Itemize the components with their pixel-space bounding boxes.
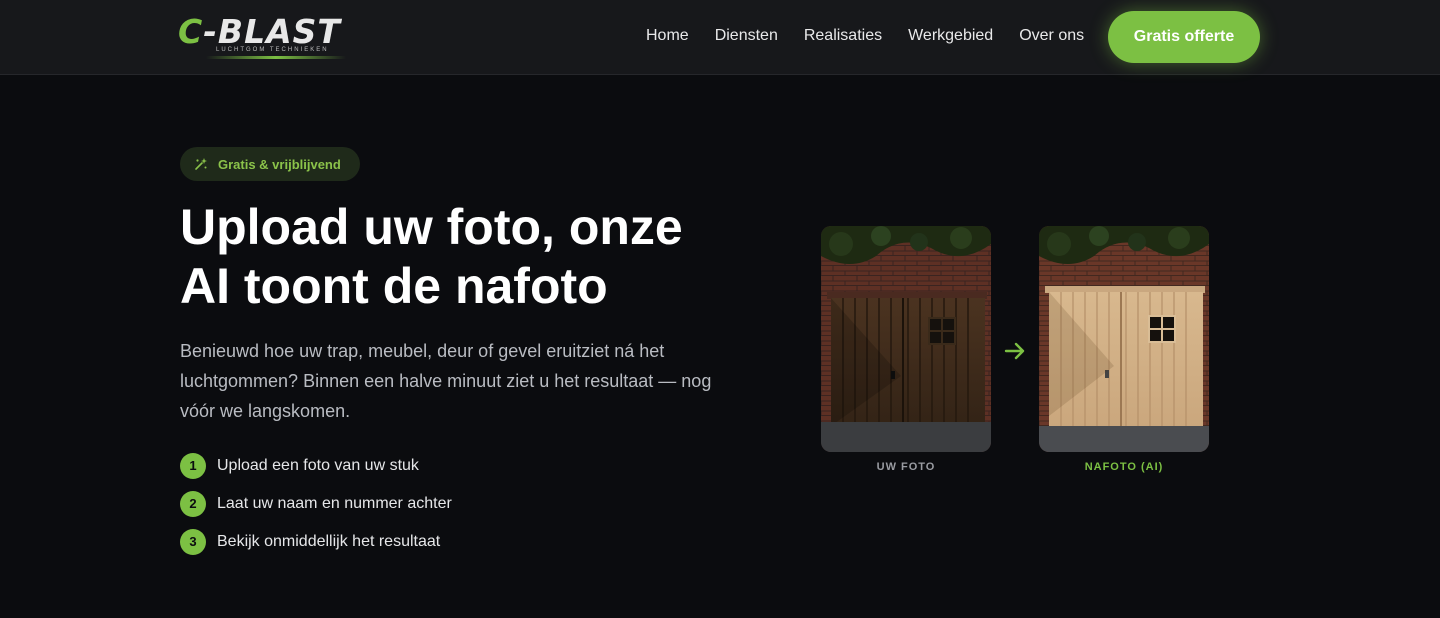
step-item: 3 Bekijk onmiddellijk het resultaat <box>180 529 452 555</box>
hero-description: Benieuwd hoe uw trap, meubel, deur of ge… <box>180 341 712 421</box>
step-number: 3 <box>180 529 206 555</box>
arrow-right-icon <box>1004 342 1025 360</box>
nav-link-home[interactable]: Home <box>646 26 689 46</box>
hero-title-line-1: Upload uw foto, onze <box>180 199 683 255</box>
before-photo <box>821 226 991 452</box>
main-nav: Home Diensten Realisaties Werkgebied Ove… <box>646 26 1110 46</box>
after-caption: NAFOTO (AI) <box>1084 461 1164 473</box>
nav-link-werkgebied[interactable]: Werkgebied <box>908 26 993 46</box>
nav-link-realisaties[interactable]: Realisaties <box>804 26 882 46</box>
nav-link-diensten[interactable]: Diensten <box>715 26 778 46</box>
hero-title: Upload uw foto, onze AI toont de nafoto <box>180 198 740 316</box>
badge-label: Gratis & vrijblijvend <box>218 156 341 172</box>
hero-title-line-2: AI toont de nafoto <box>180 258 608 314</box>
step-text: Upload een foto van uw stuk <box>217 457 419 474</box>
logo-wordmark: C-BLAST <box>178 12 341 51</box>
sparkles-icon <box>195 158 207 170</box>
navbar: C-BLAST LUCHTGOM TECHNIEKEN Home Dienste… <box>0 0 1440 75</box>
step-item: 1 Upload een foto van uw stuk <box>180 453 452 479</box>
step-number: 2 <box>180 491 206 517</box>
step-text: Bekijk onmiddellijk het resultaat <box>217 533 441 550</box>
before-caption: UW FOTO <box>876 461 936 473</box>
step-number: 1 <box>180 453 206 479</box>
after-photo-image <box>1039 226 1209 452</box>
step-item: 2 Laat uw naam en nummer achter <box>180 491 452 517</box>
step-text: Laat uw naam en nummer achter <box>217 495 452 512</box>
before-photo-image <box>821 226 991 452</box>
nav-link-over-ons[interactable]: Over ons <box>1019 26 1084 46</box>
steps-list: 1 Upload een foto van uw stuk 2 Laat uw … <box>180 453 452 567</box>
logo[interactable]: C-BLAST LUCHTGOM TECHNIEKEN <box>178 12 364 62</box>
free-badge: Gratis & vrijblijvend <box>180 147 360 181</box>
after-photo <box>1039 226 1209 452</box>
logo-swoosh <box>206 56 346 59</box>
logo-tagline: LUCHTGOM TECHNIEKEN <box>216 47 329 53</box>
gratis-offerte-button[interactable]: Gratis offerte <box>1108 11 1260 63</box>
